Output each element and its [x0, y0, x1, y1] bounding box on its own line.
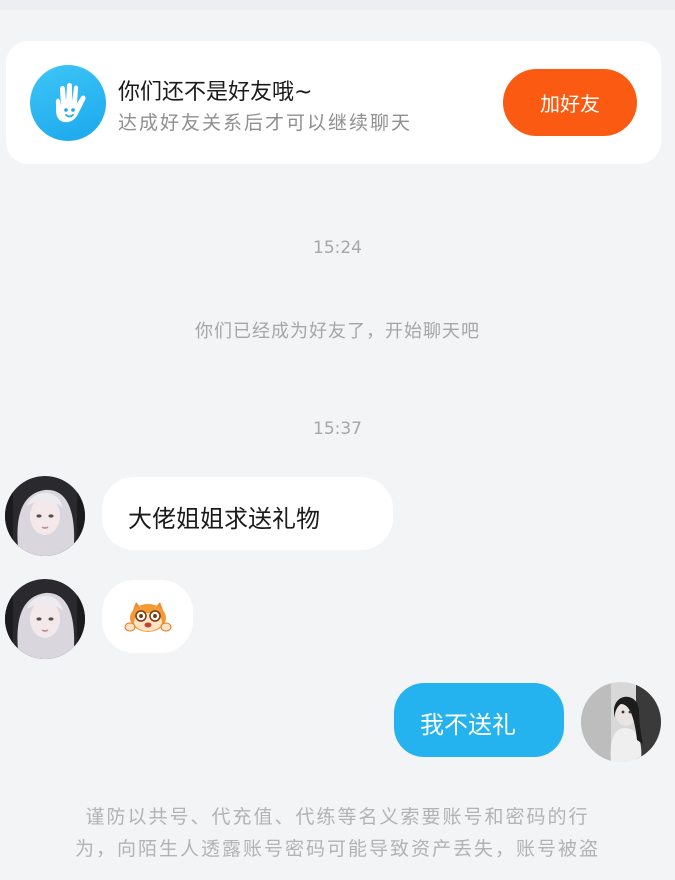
message-text: 大佬姐姐求送礼物 — [128, 505, 320, 533]
message-text: 我不送礼 — [420, 711, 516, 739]
cartoon-face-sticker-icon — [124, 602, 172, 632]
chat-timestamp: 15:24 — [313, 238, 362, 258]
other-user-avatar[interactable] — [5, 476, 85, 556]
safety-notice-line: 为，向陌生人透露账号密码可能导致资产丢失，账号被盗 — [74, 838, 600, 860]
add-friend-button[interactable]: 加好友 — [503, 69, 637, 136]
top-status-strip — [0, 0, 675, 10]
chat-timestamp: 15:37 — [313, 419, 362, 439]
incoming-message-bubble[interactable]: 大佬姐姐求送礼物 — [102, 477, 393, 550]
friend-request-banner: 你们还不是好友哦~ 达成好友关系后才可以继续聊天 加好友 — [6, 41, 661, 164]
outgoing-message-bubble[interactable]: 我不送礼 — [394, 683, 564, 757]
other-user-avatar[interactable] — [5, 579, 85, 659]
banner-title: 你们还不是好友哦~ — [118, 80, 313, 105]
safety-notice-line: 谨防以共号、代充值、代练等名义索要账号和密码的行 — [85, 806, 590, 828]
banner-subtitle: 达成好友关系后才可以继续聊天 — [118, 112, 413, 134]
incoming-sticker-bubble[interactable] — [102, 580, 193, 653]
waving-hand-icon — [30, 65, 106, 141]
safety-notice: 谨防以共号、代充值、代练等名义索要账号和密码的行 为，向陌生人透露账号密码可能导… — [30, 801, 645, 865]
my-avatar[interactable] — [581, 682, 661, 762]
system-message: 你们已经成为好友了，开始聊天吧 — [195, 321, 480, 342]
